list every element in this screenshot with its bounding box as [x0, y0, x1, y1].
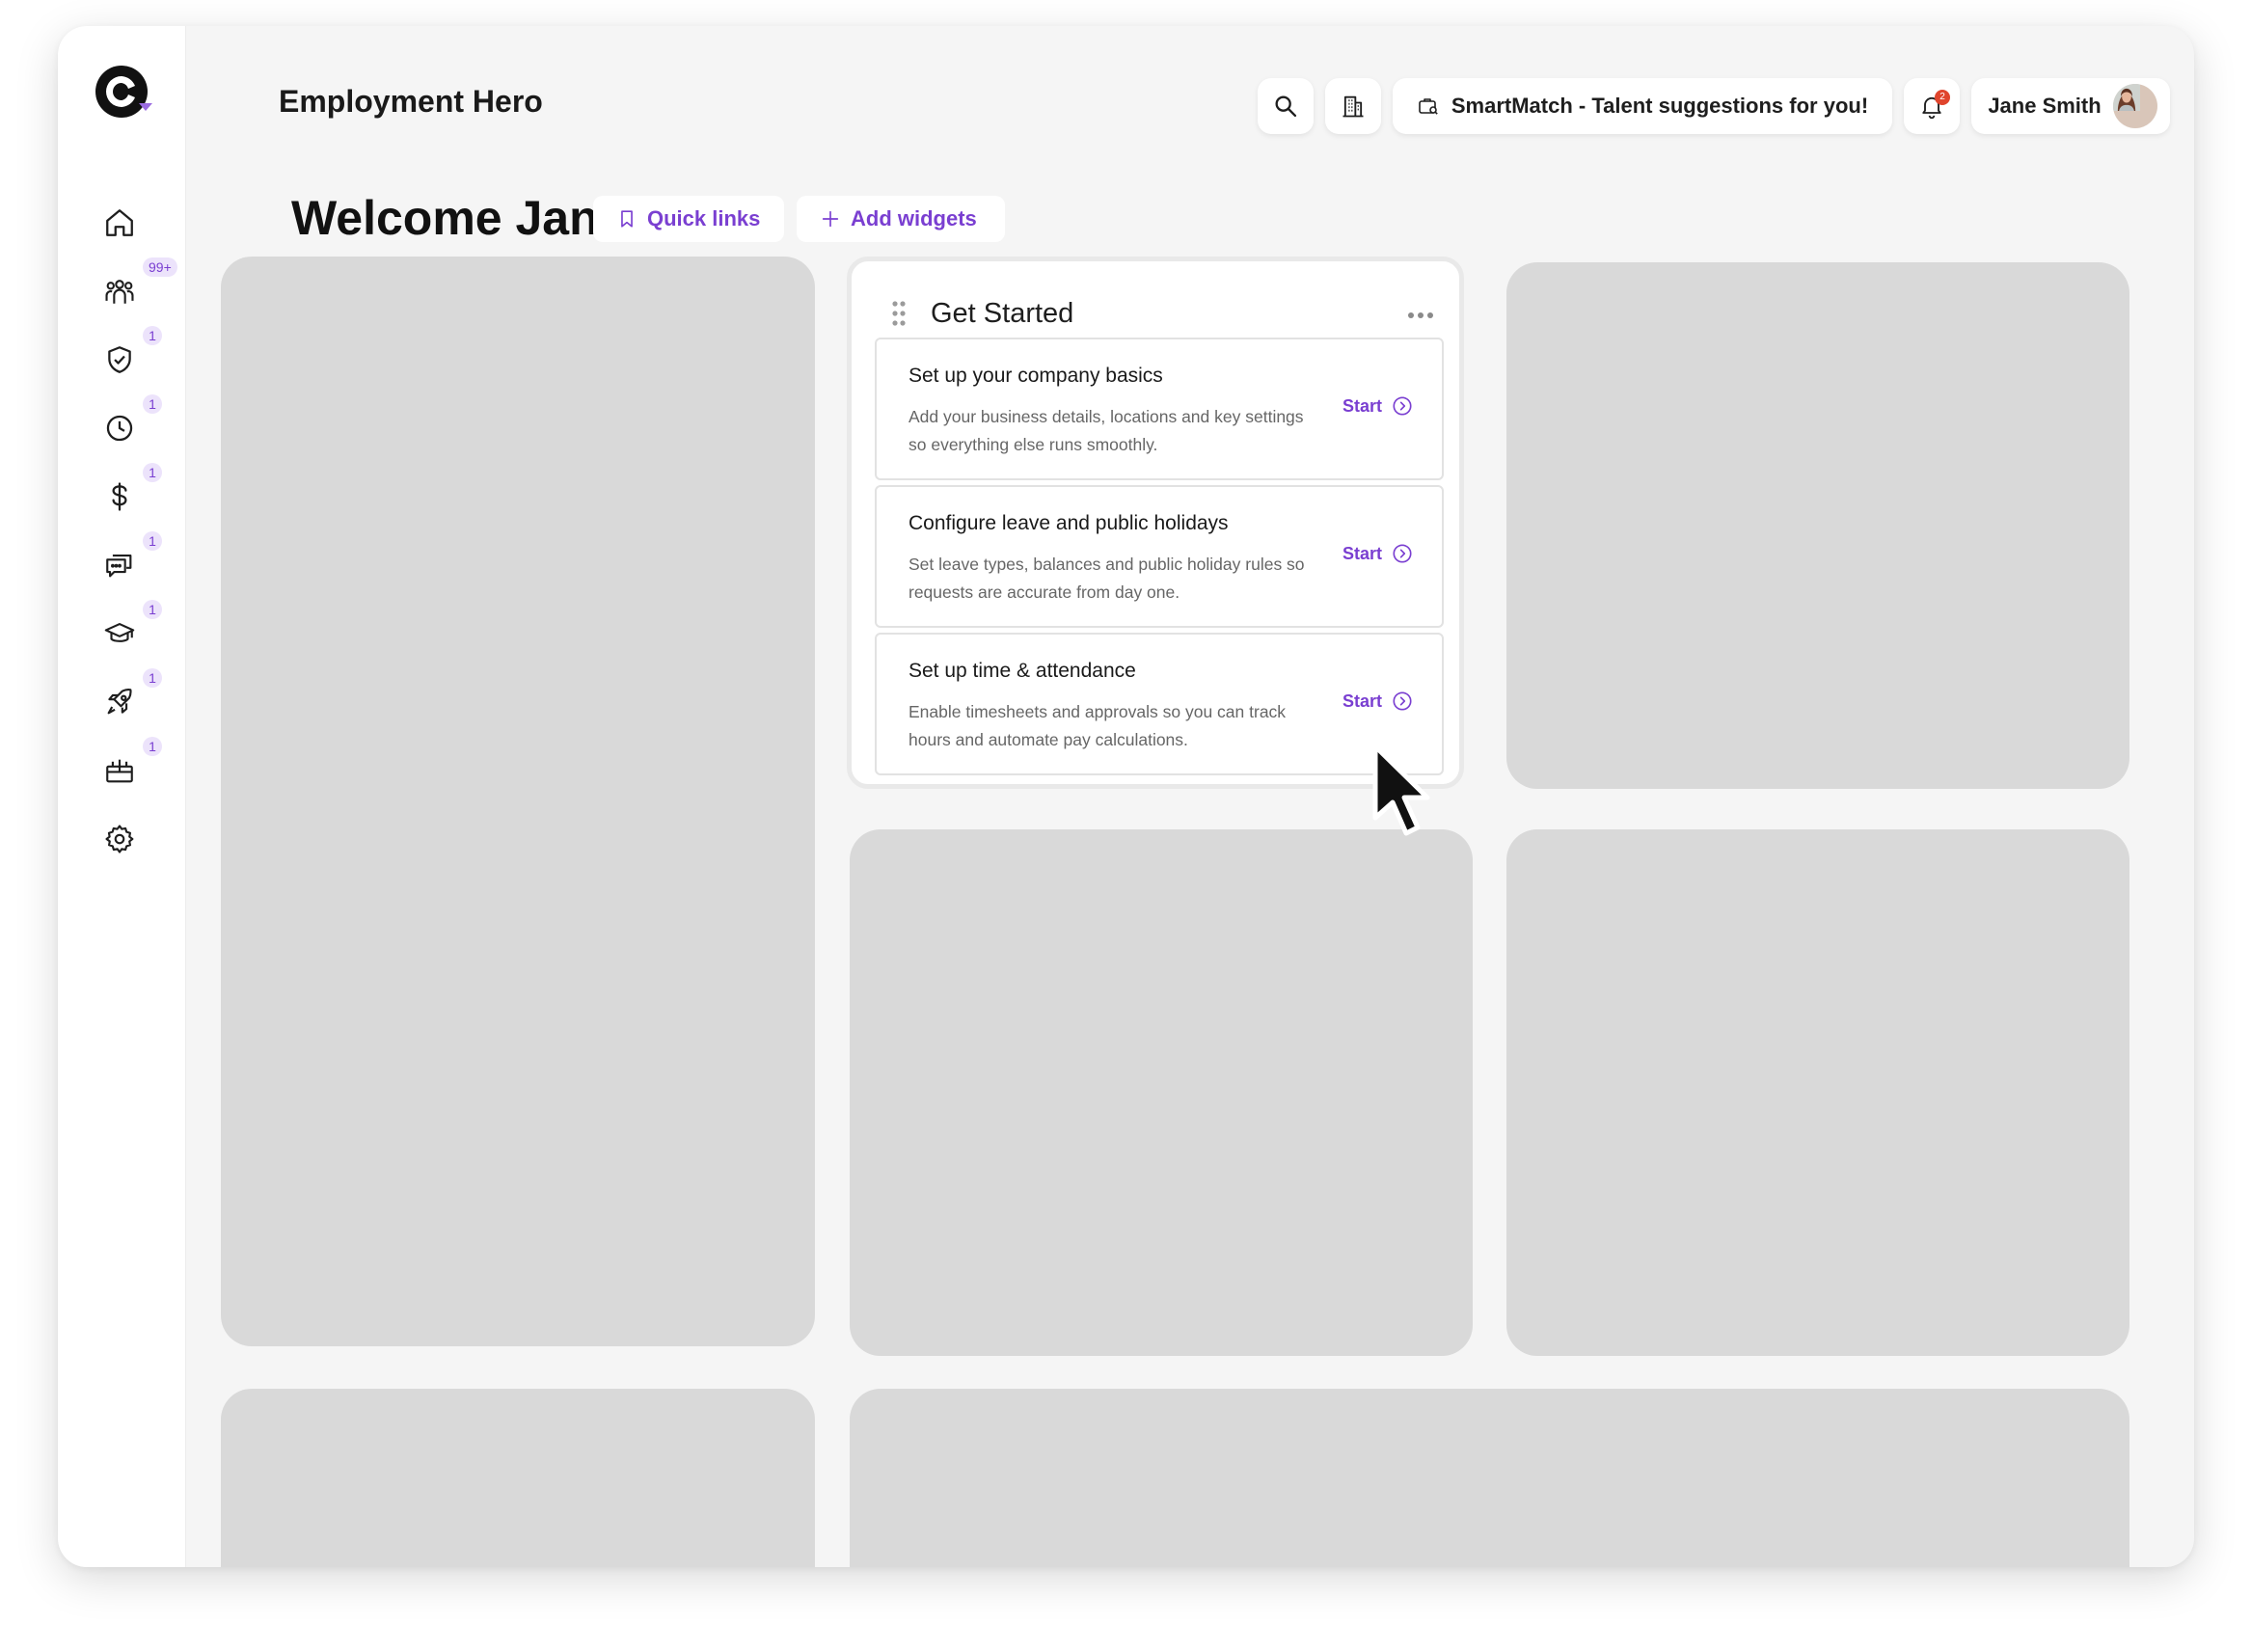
benefits-badge: 1 [143, 737, 162, 756]
sidebar-item-payroll[interactable] [96, 474, 143, 520]
search-icon [1275, 95, 1297, 118]
sidebar-item-messages[interactable] [96, 542, 143, 588]
smartmatch-button[interactable]: SmartMatch - Talent suggestions for you! [1393, 78, 1892, 134]
avatar [2112, 84, 2157, 128]
home-icon [106, 209, 133, 236]
smartmatch-label: SmartMatch - Talent suggestions for you! [1451, 94, 1869, 118]
plus-icon [822, 210, 839, 228]
widget-placeholder [1506, 262, 2129, 789]
page-title: Welcome Jane [291, 191, 626, 245]
get-started-widget: Get Started Set up your company basics A… [847, 257, 1464, 789]
payroll-badge: 1 [143, 463, 162, 482]
task-title: Set up your company basics [909, 365, 1163, 387]
briefcase-search-icon [1419, 98, 1438, 115]
sidebar-item-people[interactable] [96, 268, 143, 314]
messages-badge: 1 [143, 531, 162, 551]
task-item[interactable]: Set up time & attendance Enable timeshee… [875, 633, 1444, 775]
shield-check-icon [108, 346, 131, 373]
sidebar-item-compliance[interactable] [96, 337, 143, 383]
start-label: Start [1342, 395, 1382, 416]
task-description: Enable timesheets and approvals so you c… [909, 702, 1287, 749]
quick-links-button[interactable]: Quick links [593, 196, 784, 242]
employment-hero-logo[interactable] [93, 63, 156, 126]
chevron-right-circle-icon [1393, 396, 1412, 416]
widget-placeholder [221, 257, 815, 1346]
drag-handle-icon[interactable] [890, 300, 908, 327]
growth-badge: 1 [143, 668, 162, 688]
compliance-badge: 1 [143, 326, 162, 345]
widget-placeholder [1506, 829, 2129, 1356]
start-label: Start [1342, 543, 1382, 563]
gift-icon [106, 759, 133, 783]
notifications-button[interactable]: 2 [1904, 78, 1960, 134]
add-widgets-button[interactable]: Add widgets [797, 196, 1005, 242]
clock-icon [106, 415, 133, 442]
start-button[interactable]: Start [1342, 543, 1413, 564]
task-title: Set up time & attendance [909, 660, 1136, 682]
add-widgets-label: Add widgets [851, 206, 977, 230]
sidebar-item-growth[interactable] [96, 679, 143, 725]
notification-count-badge: 2 [1935, 90, 1950, 105]
bookmark-icon [621, 210, 633, 228]
search-button[interactable] [1258, 78, 1314, 134]
chevron-right-circle-icon [1393, 544, 1412, 563]
widget-placeholder [850, 1389, 2129, 1567]
user-menu-button[interactable]: Jane Smith [1971, 78, 2170, 134]
widget-placeholder [850, 829, 1473, 1356]
organisation-button[interactable] [1325, 78, 1381, 134]
quick-links-label: Quick links [647, 206, 761, 230]
rocket-icon [107, 689, 132, 715]
widget-title: Get Started [931, 298, 1074, 329]
gear-icon [105, 825, 134, 853]
sidebar-item-learning[interactable] [96, 610, 143, 657]
people-badge: 99+ [143, 257, 177, 277]
task-description: Add your business details, locations and… [909, 407, 1304, 454]
task-description: Set leave types, balances and public hol… [909, 555, 1305, 602]
chat-icon [106, 555, 132, 578]
sidebar: 99+ 1 1 1 1 1 1 1 [58, 26, 186, 1567]
more-options-icon[interactable] [1407, 311, 1434, 319]
mouse-cursor-icon [1372, 744, 1430, 836]
start-button[interactable]: Start [1342, 691, 1413, 712]
start-button[interactable]: Start [1342, 395, 1413, 417]
widget-placeholder [221, 1389, 815, 1567]
app-window: 99+ 1 1 1 1 1 1 1 Employment Hero SmartM… [58, 26, 2194, 1567]
building-icon [1342, 95, 1364, 118]
start-label: Start [1342, 691, 1382, 711]
learning-badge: 1 [143, 600, 162, 619]
graduation-cap-icon [104, 623, 135, 642]
task-item[interactable]: Configure leave and public holidays Set … [875, 485, 1444, 628]
sidebar-item-benefits[interactable] [96, 747, 143, 794]
task-title: Configure leave and public holidays [909, 512, 1229, 534]
task-item[interactable]: Set up your company basics Add your busi… [875, 338, 1444, 480]
app-title: Employment Hero [279, 84, 543, 119]
sidebar-item-settings[interactable] [96, 816, 143, 862]
user-name: Jane Smith [1988, 94, 2102, 118]
people-icon [105, 280, 134, 304]
chevron-right-circle-icon [1393, 691, 1412, 711]
time-badge: 1 [143, 394, 162, 414]
sidebar-item-home[interactable] [96, 200, 143, 246]
sidebar-item-time[interactable] [96, 405, 143, 451]
dollar-icon [112, 482, 127, 511]
